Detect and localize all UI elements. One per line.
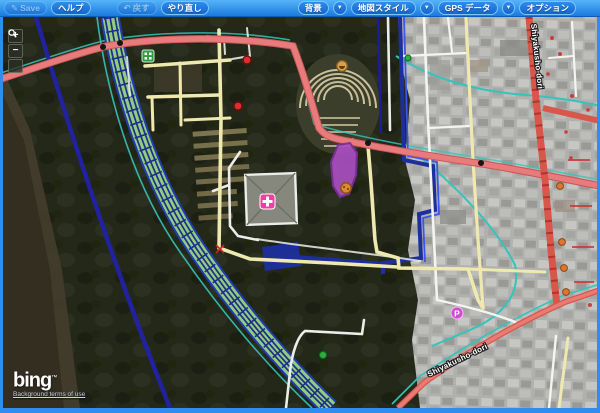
pencil-icon: ✎ [11,2,18,14]
options-button[interactable]: オプション [519,1,576,15]
monument-icon[interactable] [341,183,351,193]
trademark-symbol: ™ [51,375,56,381]
undo-button[interactable]: ↶戻す [117,1,157,15]
parking-icon[interactable]: P [451,307,463,319]
map-attribution: bing™ Background terms of use [13,369,85,398]
zoom-controls: + − [8,29,23,73]
save-button[interactable]: ✎Save [4,1,47,15]
recycling-icon[interactable] [142,50,154,62]
gps-data-button[interactable]: GPS データ [438,1,498,15]
background-button[interactable]: 背景 [298,1,329,15]
svg-text:P: P [454,309,460,319]
map-style-button[interactable]: 地図スタイル [351,1,416,15]
top-toolbar: ✎Save ヘルプ ↶戻す やり直し 背景 ▼ 地図スタイル ▼ GPS データ… [0,0,600,17]
background-terms-link[interactable]: Background terms of use [13,391,85,398]
map-svg: P Shiyakusho-dori [3,17,597,408]
toolbar-right-group: 背景 ▼ 地図スタイル ▼ GPS データ ▼ オプション [298,1,576,15]
gps-data-dropdown-icon[interactable]: ▼ [502,1,516,15]
undo-label: 戻す [133,2,150,14]
help-button[interactable]: ヘルプ [51,1,91,15]
theatre-icon[interactable] [337,61,348,72]
map-style-dropdown-icon[interactable]: ▼ [420,1,434,15]
redo-button[interactable]: やり直し [161,1,209,15]
map-canvas[interactable]: P Shiyakusho-dori [0,17,600,413]
magnifier-button[interactable] [8,59,23,73]
zoom-out-button[interactable]: − [8,44,23,58]
toolbar-left-group: ✎Save ヘルプ [4,1,91,15]
magnifier-icon [8,29,17,38]
hospital-icon[interactable] [260,194,275,209]
bing-logo: bing™ [13,369,85,390]
background-dropdown-icon[interactable]: ▼ [333,1,347,15]
undo-arrow-icon: ↶ [124,2,131,14]
toolbar-undo-group: ↶戻す やり直し [117,1,209,15]
save-label: Save [20,2,40,14]
